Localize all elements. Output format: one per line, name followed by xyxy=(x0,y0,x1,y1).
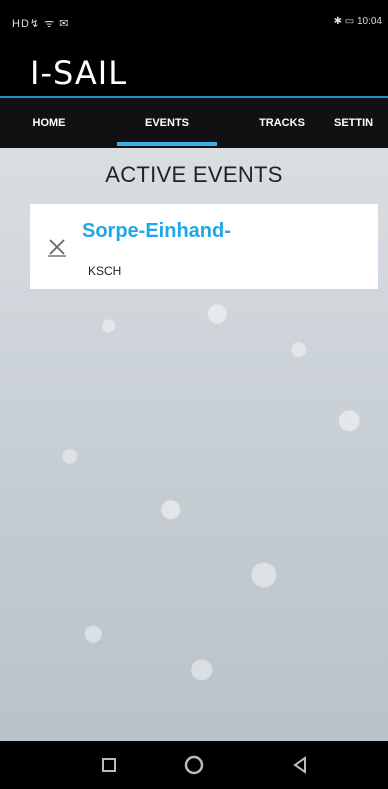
square-icon[interactable] xyxy=(96,752,122,778)
status-icons-right: ✱ ▭ 10:04 xyxy=(333,16,382,27)
event-card[interactable]: Sorpe-Einhand- KSCH xyxy=(30,204,378,289)
page-title: ACTIVE EVENTS xyxy=(105,162,283,187)
events-content: ACTIVE EVENTS Sorpe-Einhand- KSCH xyxy=(0,148,388,741)
event-title: Sorpe-Einhand- xyxy=(82,220,231,242)
tab-home[interactable]: HOME xyxy=(0,98,98,148)
tab-tracks[interactable]: TRACKS xyxy=(230,98,334,148)
app-bar: I-SAIL xyxy=(0,44,388,98)
system-nav-bar xyxy=(0,741,388,789)
circle-icon[interactable] xyxy=(181,752,207,778)
status-icons-left: HD↯ ᯤ ✉ xyxy=(12,18,70,30)
tab-bar: HOME EVENTS TRACKS SETTIN xyxy=(0,98,388,148)
tab-events[interactable]: EVENTS xyxy=(117,98,217,148)
event-subtitle: KSCH xyxy=(88,264,122,278)
sail-icon xyxy=(48,239,66,257)
app-logo: I-SAIL xyxy=(30,54,128,92)
tab-settings[interactable]: SETTIN xyxy=(334,98,388,148)
triangle-back-icon[interactable] xyxy=(287,752,313,778)
status-bar: HD↯ ᯤ ✉ ✱ ▭ 10:04 xyxy=(0,0,388,44)
